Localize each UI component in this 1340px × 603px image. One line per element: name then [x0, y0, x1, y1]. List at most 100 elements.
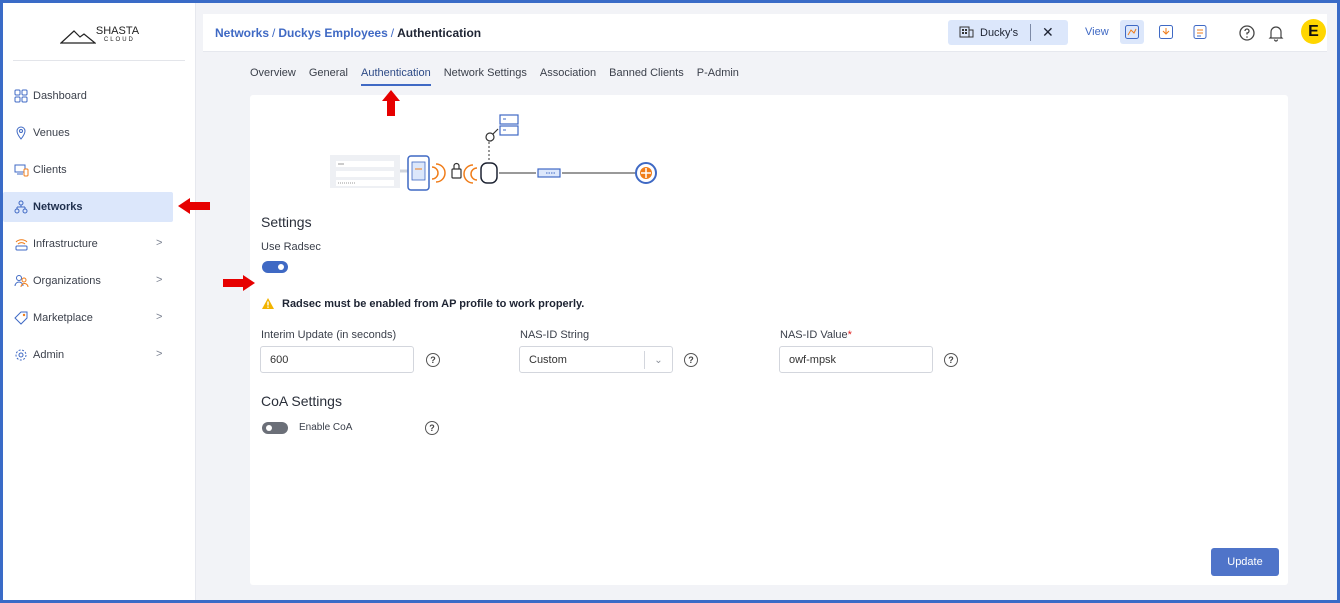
dashboard-icon	[13, 88, 29, 104]
sidebar-item-label: Admin	[33, 349, 65, 361]
map-view-icon	[1125, 25, 1139, 39]
toggle-knob	[278, 264, 284, 270]
annotation-arrow-up-icon	[382, 90, 400, 116]
enable-coa-toggle[interactable]	[262, 422, 288, 434]
view-list-button[interactable]	[1188, 20, 1212, 44]
switch-icon	[537, 168, 561, 178]
help-icon[interactable]: ?	[425, 421, 439, 435]
chevron-right-icon: >	[156, 237, 163, 249]
radsec-topology-diagram	[330, 114, 657, 191]
list-view-icon	[1193, 25, 1207, 39]
wifi-router-icon	[13, 236, 29, 252]
mountain-icon	[59, 30, 96, 44]
avatar[interactable]: E	[1301, 19, 1326, 44]
sidebar-item-label: Clients	[33, 164, 67, 176]
sidebar-item-label: Organizations	[33, 275, 101, 287]
annotation-arrow-left-icon	[178, 198, 210, 214]
breadcrumb-networks[interactable]: Networks	[215, 26, 269, 40]
report-view-icon	[1159, 25, 1173, 39]
breadcrumb-current: Authentication	[397, 26, 482, 40]
radsec-warning: Radsec must be enabled from AP profile t…	[261, 297, 584, 310]
lock-icon	[451, 162, 462, 179]
header: Networks / Duckys Employees / Authentication…	[203, 14, 1327, 52]
sidebar-item-dashboard[interactable]: Dashboard	[3, 81, 196, 111]
router-icon	[635, 162, 657, 184]
close-icon[interactable]: ✕	[1042, 24, 1054, 41]
sidebar: SHASTA CLOUD Dashboard Venues Clients Ne…	[3, 3, 196, 600]
tab-banned-clients[interactable]: Banned Clients	[609, 67, 684, 86]
shasta-cloud-logo[interactable]: SHASTA CLOUD	[3, 21, 196, 51]
use-radsec-label: Use Radsec	[261, 241, 321, 253]
breadcrumb: Networks / Duckys Employees / Authentication	[215, 26, 481, 40]
gear-icon	[13, 347, 29, 363]
divider	[13, 60, 185, 61]
org-selector[interactable]: Ducky's ✕	[948, 20, 1068, 45]
nas-id-value-input[interactable]: owf-mpsk	[779, 346, 933, 373]
location-pin-icon	[13, 125, 29, 141]
interim-update-input[interactable]: 600	[260, 346, 414, 373]
sidebar-item-admin[interactable]: Admin >	[3, 340, 196, 370]
sidebar-item-label: Networks	[33, 201, 83, 213]
help-icon[interactable]: ?	[944, 353, 958, 367]
tab-general[interactable]: General	[309, 67, 348, 86]
help-icon[interactable]: ?	[426, 353, 440, 367]
tab-bar: Overview General Authentication Network …	[250, 67, 752, 86]
building-icon	[958, 24, 974, 41]
tab-overview[interactable]: Overview	[250, 67, 296, 86]
help-icon[interactable]: ?	[684, 353, 698, 367]
phone-icon	[407, 155, 430, 191]
tab-network-settings[interactable]: Network Settings	[444, 67, 527, 86]
view-map-button[interactable]	[1120, 20, 1144, 44]
help-icon[interactable]	[1238, 24, 1256, 42]
sidebar-item-label: Dashboard	[33, 90, 87, 102]
view-label: View	[1085, 26, 1109, 38]
use-radsec-toggle[interactable]	[262, 261, 288, 273]
required-asterisk: *	[847, 329, 852, 341]
annotation-arrow-right-icon	[223, 275, 255, 291]
server-icon	[499, 114, 519, 136]
nas-id-value-label: NAS-ID Value*	[780, 329, 852, 341]
tag-icon	[13, 310, 29, 326]
coa-settings-heading: CoA Settings	[261, 393, 342, 409]
sidebar-item-venues[interactable]: Venues	[3, 118, 196, 148]
key-icon	[485, 128, 499, 142]
tab-association[interactable]: Association	[540, 67, 596, 86]
nas-id-string-value: Custom	[529, 353, 567, 366]
bell-icon[interactable]	[1267, 24, 1285, 42]
sidebar-item-label: Venues	[33, 127, 70, 139]
sidebar-item-infrastructure[interactable]: Infrastructure >	[3, 229, 196, 259]
interim-update-label: Interim Update (in seconds)	[261, 329, 397, 341]
chevron-down-icon: ⌄	[644, 351, 672, 369]
nas-id-string-label: NAS-ID String	[520, 329, 590, 341]
update-button[interactable]: Update	[1211, 548, 1279, 576]
breadcrumb-separator: /	[390, 26, 395, 40]
sidebar-item-organizations[interactable]: Organizations >	[3, 266, 196, 296]
settings-heading: Settings	[261, 214, 312, 230]
sidebar-nav: Dashboard Venues Clients Networks Infras…	[3, 81, 196, 377]
chevron-right-icon: >	[156, 274, 163, 286]
sidebar-item-label: Marketplace	[33, 312, 93, 324]
breadcrumb-separator: /	[272, 26, 276, 40]
view-report-button[interactable]	[1154, 20, 1178, 44]
enable-coa-label: Enable CoA	[299, 422, 353, 433]
toggle-knob	[266, 425, 272, 431]
chevron-right-icon: >	[156, 348, 163, 360]
warning-text: Radsec must be enabled from AP profile t…	[282, 297, 585, 310]
sidebar-item-networks[interactable]: Networks	[3, 192, 173, 222]
nas-id-string-select[interactable]: Custom ⌄	[519, 346, 673, 373]
access-point-icon	[480, 162, 498, 184]
login-form-icon	[330, 155, 400, 188]
authentication-card: Settings Use Radsec Radsec must be enabl…	[250, 95, 1288, 585]
network-icon	[13, 199, 29, 215]
chevron-right-icon: >	[156, 311, 163, 323]
breadcrumb-network-name[interactable]: Duckys Employees	[278, 26, 387, 40]
tab-authentication[interactable]: Authentication	[360, 67, 431, 86]
sidebar-item-clients[interactable]: Clients	[3, 155, 196, 185]
devices-icon	[13, 162, 29, 178]
users-icon	[13, 273, 29, 289]
nas-id-value-label-text: NAS-ID Value	[780, 329, 848, 341]
logo-sub: CLOUD	[103, 37, 135, 43]
sidebar-item-marketplace[interactable]: Marketplace >	[3, 303, 196, 333]
tab-p-admin[interactable]: P-Admin	[697, 67, 739, 86]
org-name: Ducky's	[980, 26, 1019, 39]
